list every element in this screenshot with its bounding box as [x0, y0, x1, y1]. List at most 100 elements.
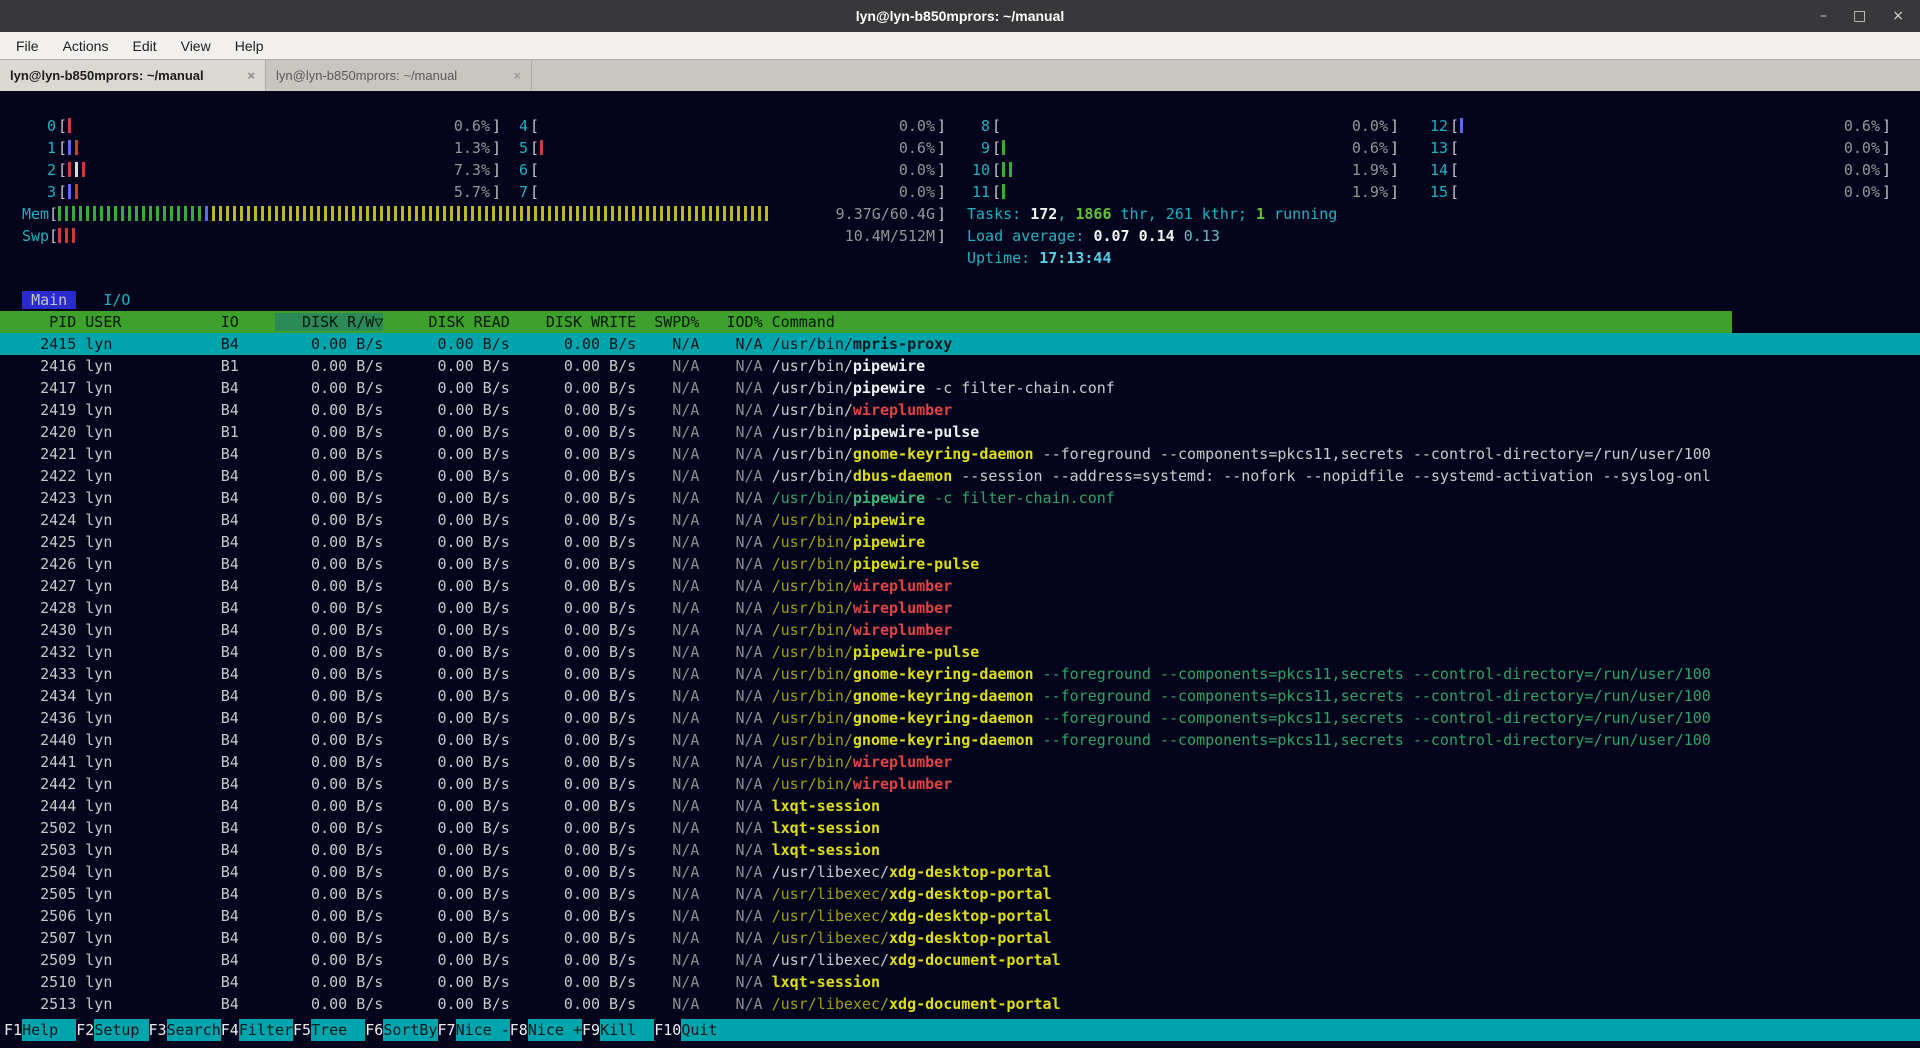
- fkey-f1-help[interactable]: F1Help: [4, 1019, 76, 1041]
- process-na-stats: N/A N/A: [636, 665, 771, 683]
- column-disk-write[interactable]: DISK WRITE: [510, 313, 636, 331]
- process-row[interactable]: 2427 lyn B4 0.00 B/s 0.00 B/s 0.00 B/s N…: [0, 575, 1920, 597]
- fkey-f9-kill[interactable]: F9Kill: [582, 1019, 654, 1041]
- process-row[interactable]: 2415 lyn B4 0.00 B/s 0.00 B/s 0.00 B/s N…: [0, 333, 1920, 355]
- column-command[interactable]: Command: [763, 313, 835, 331]
- process-row[interactable]: 2444 lyn B4 0.00 B/s 0.00 B/s 0.00 B/s N…: [0, 795, 1920, 817]
- process-row[interactable]: 2502 lyn B4 0.00 B/s 0.00 B/s 0.00 B/s N…: [0, 817, 1920, 839]
- column-user[interactable]: USER: [76, 313, 166, 331]
- column-pid[interactable]: PID: [4, 313, 76, 331]
- meter-tick: [282, 206, 285, 221]
- process-row[interactable]: 2503 lyn B4 0.00 B/s 0.00 B/s 0.00 B/s N…: [0, 839, 1920, 861]
- meter-tick: [618, 206, 621, 221]
- process-row[interactable]: 2440 lyn B4 0.00 B/s 0.00 B/s 0.00 B/s N…: [0, 729, 1920, 751]
- process-row[interactable]: 2426 lyn B4 0.00 B/s 0.00 B/s 0.00 B/s N…: [0, 553, 1920, 575]
- terminal-tab-1[interactable]: lyn@lyn-b850mprors: ~/manual×: [0, 60, 266, 91]
- maximize-button[interactable]: □: [1853, 8, 1866, 24]
- process-row[interactable]: 2432 lyn B4 0.00 B/s 0.00 B/s 0.00 B/s N…: [0, 641, 1920, 663]
- process-row[interactable]: 2507 lyn B4 0.00 B/s 0.00 B/s 0.00 B/s N…: [0, 927, 1920, 949]
- cpu-meter-value: 0.0%: [1828, 181, 1880, 203]
- process-row[interactable]: 2506 lyn B4 0.00 B/s 0.00 B/s 0.00 B/s N…: [0, 905, 1920, 927]
- column-iod[interactable]: IOD%: [699, 313, 762, 331]
- meter-tick: [65, 228, 68, 243]
- fkey-f7-nice[interactable]: F7Nice -: [438, 1019, 510, 1041]
- process-na-stats: N/A N/A: [636, 841, 771, 859]
- meter-close-bracket: ]: [1390, 137, 1399, 159]
- fkey-f8-nice[interactable]: F8Nice +: [510, 1019, 582, 1041]
- column-io[interactable]: IO: [167, 313, 239, 331]
- process-row[interactable]: 2505 lyn B4 0.00 B/s 0.00 B/s 0.00 B/s N…: [0, 883, 1920, 905]
- fkey-f5-tree[interactable]: F5Tree: [293, 1019, 365, 1041]
- fkey-number: F4: [221, 1019, 239, 1041]
- process-row[interactable]: 2416 lyn B1 0.00 B/s 0.00 B/s 0.00 B/s N…: [0, 355, 1920, 377]
- menu-item-actions[interactable]: Actions: [51, 38, 121, 54]
- column-disk-r-w[interactable]: DISK R/W▽: [275, 313, 383, 331]
- meter-tick: [1002, 184, 1005, 199]
- command-args: --foreground --components=pkcs11,secrets…: [1034, 687, 1711, 705]
- tab-close-icon[interactable]: ×: [239, 68, 255, 83]
- process-stats: 2433 lyn B4 0.00 B/s 0.00 B/s 0.00 B/s: [4, 665, 636, 683]
- titlebar[interactable]: lyn@lyn-b850mprors: ~/manual –□×: [0, 0, 1920, 32]
- fkey-bar-fill: [736, 1019, 1920, 1041]
- minimize-button[interactable]: –: [1820, 8, 1827, 24]
- process-row[interactable]: 2420 lyn B1 0.00 B/s 0.00 B/s 0.00 B/s N…: [0, 421, 1920, 443]
- menu-item-help[interactable]: Help: [223, 38, 276, 54]
- process-row[interactable]: 2423 lyn B4 0.00 B/s 0.00 B/s 0.00 B/s N…: [0, 487, 1920, 509]
- fkey-f3-search[interactable]: F3Search: [149, 1019, 221, 1041]
- meter-tick: [583, 206, 586, 221]
- fkey-label: Filter: [239, 1019, 293, 1041]
- process-row[interactable]: 2510 lyn B4 0.00 B/s 0.00 B/s 0.00 B/s N…: [0, 971, 1920, 993]
- process-row[interactable]: 2441 lyn B4 0.00 B/s 0.00 B/s 0.00 B/s N…: [0, 751, 1920, 773]
- process-row[interactable]: 2433 lyn B4 0.00 B/s 0.00 B/s 0.00 B/s N…: [0, 663, 1920, 685]
- process-row[interactable]: 2434 lyn B4 0.00 B/s 0.00 B/s 0.00 B/s N…: [0, 685, 1920, 707]
- fkey-f4-filter[interactable]: F4Filter: [221, 1019, 293, 1041]
- process-row[interactable]: 2442 lyn B4 0.00 B/s 0.00 B/s 0.00 B/s N…: [0, 773, 1920, 795]
- process-row[interactable]: 2425 lyn B4 0.00 B/s 0.00 B/s 0.00 B/s N…: [0, 531, 1920, 553]
- process-row[interactable]: 2424 lyn B4 0.00 B/s 0.00 B/s 0.00 B/s N…: [0, 509, 1920, 531]
- process-row[interactable]: 2436 lyn B4 0.00 B/s 0.00 B/s 0.00 B/s N…: [0, 707, 1920, 729]
- process-row[interactable]: 2417 lyn B4 0.00 B/s 0.00 B/s 0.00 B/s N…: [0, 377, 1920, 399]
- process-row[interactable]: 2509 lyn B4 0.00 B/s 0.00 B/s 0.00 B/s N…: [0, 949, 1920, 971]
- meter-tick: [555, 206, 558, 221]
- process-na-stats: N/A N/A: [636, 577, 771, 595]
- close-button[interactable]: ×: [1892, 8, 1904, 24]
- meter-tick: [149, 206, 152, 221]
- fkey-f2-setup[interactable]: F2Setup: [76, 1019, 148, 1041]
- screen-tab-i-o[interactable]: I/O: [94, 291, 139, 309]
- process-row[interactable]: 2419 lyn B4 0.00 B/s 0.00 B/s 0.00 B/s N…: [0, 399, 1920, 421]
- menu-item-edit[interactable]: Edit: [120, 38, 168, 54]
- meter-tick: [485, 206, 488, 221]
- meter-tick: [422, 206, 425, 221]
- meter-open-bracket: [: [992, 137, 1001, 159]
- cpu-meter-value: 0.6%: [1828, 115, 1880, 137]
- meter-tick: [562, 206, 565, 221]
- process-row[interactable]: 2422 lyn B4 0.00 B/s 0.00 B/s 0.00 B/s N…: [0, 465, 1920, 487]
- fkey-f6-sortby[interactable]: F6SortBy: [365, 1019, 437, 1041]
- process-row[interactable]: 2504 lyn B4 0.00 B/s 0.00 B/s 0.00 B/s N…: [0, 861, 1920, 883]
- meter-tick: [394, 206, 397, 221]
- meter-tick: [373, 206, 376, 221]
- meter-close-bracket: ]: [937, 225, 946, 247]
- meter-tick: [709, 206, 712, 221]
- column-swpd[interactable]: SWPD%: [636, 313, 699, 331]
- terminal-tab-2[interactable]: lyn@lyn-b850mprors: ~/manual×: [266, 60, 532, 91]
- screen-tab-main[interactable]: Main: [22, 291, 76, 309]
- menu-item-file[interactable]: File: [4, 38, 51, 54]
- tab-close-icon[interactable]: ×: [505, 68, 521, 83]
- meter-tick: [261, 206, 264, 221]
- process-stats: 2444 lyn B4 0.00 B/s 0.00 B/s 0.00 B/s: [4, 797, 636, 815]
- process-row[interactable]: 2421 lyn B4 0.00 B/s 0.00 B/s 0.00 B/s N…: [0, 443, 1920, 465]
- cpu-meter-label: 13: [1418, 137, 1448, 159]
- command-path: /usr/bin/: [772, 621, 853, 639]
- process-row[interactable]: 2513 lyn B4 0.00 B/s 0.00 B/s 0.00 B/s N…: [0, 993, 1920, 1015]
- process-row[interactable]: 2430 lyn B4 0.00 B/s 0.00 B/s 0.00 B/s N…: [0, 619, 1920, 641]
- fkey-f10-quit[interactable]: F10Quit: [654, 1019, 735, 1041]
- meter-tick: [1460, 118, 1463, 133]
- cpu-meter-value: 5.7%: [438, 181, 490, 203]
- meter-tick: [289, 206, 292, 221]
- meter-tick: [751, 206, 754, 221]
- menu-item-view[interactable]: View: [169, 38, 223, 54]
- process-stats: 2423 lyn B4 0.00 B/s 0.00 B/s 0.00 B/s: [4, 489, 636, 507]
- column-disk-read[interactable]: DISK READ: [383, 313, 509, 331]
- process-row[interactable]: 2428 lyn B4 0.00 B/s 0.00 B/s 0.00 B/s N…: [0, 597, 1920, 619]
